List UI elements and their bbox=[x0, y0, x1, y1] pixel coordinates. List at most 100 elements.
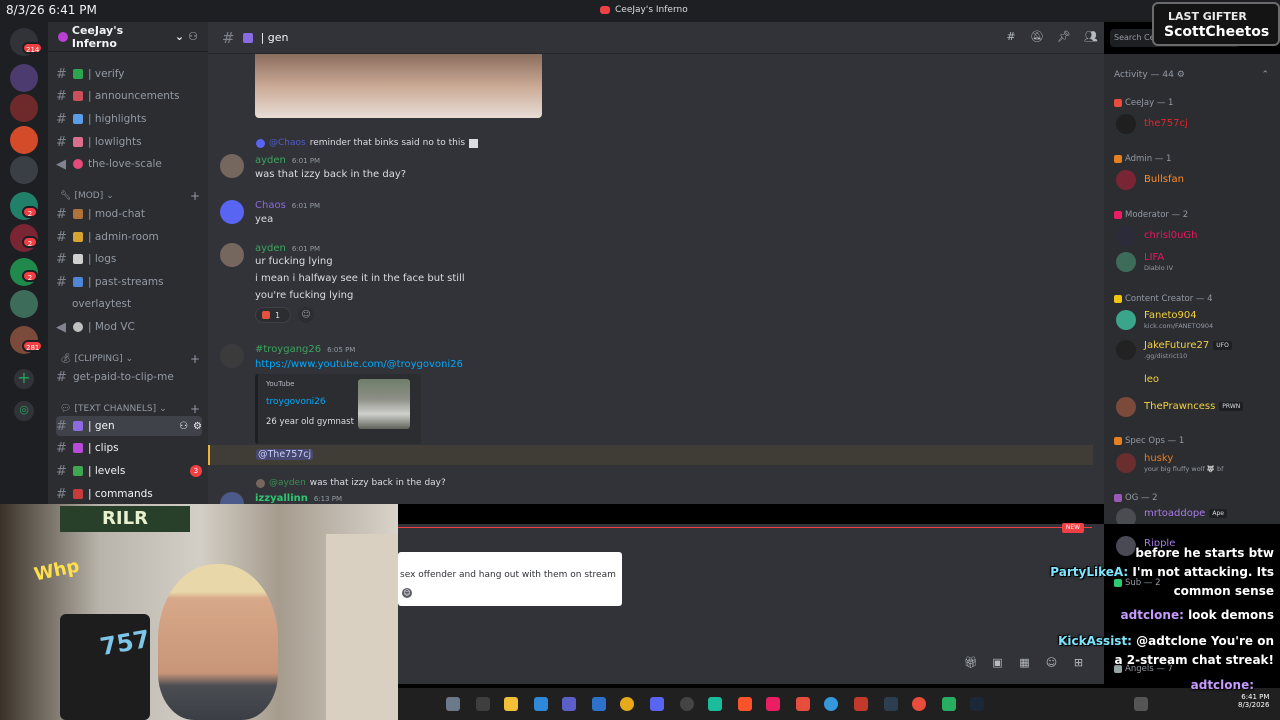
member-item[interactable]: LIFA Diablo IV bbox=[1114, 250, 1274, 274]
category-mod[interactable]: 🔧︎ [MOD] ⌄ + bbox=[60, 189, 200, 203]
store-icon[interactable] bbox=[592, 697, 606, 711]
image-attachment[interactable] bbox=[255, 54, 542, 118]
emoji-icon[interactable]: ☺ bbox=[1045, 656, 1058, 669]
server-icon[interactable] bbox=[10, 156, 38, 184]
link-embed[interactable]: YouTube troygovoni26 26 year old gymnast bbox=[255, 374, 421, 444]
member-item[interactable]: the757cj bbox=[1114, 112, 1274, 136]
steam-icon[interactable] bbox=[970, 697, 984, 711]
file-explorer-icon[interactable] bbox=[504, 697, 518, 711]
add-reaction-icon[interactable]: ☺ bbox=[298, 307, 314, 323]
channel-admin-room[interactable]: # | admin-room bbox=[56, 227, 202, 247]
reply-preview[interactable]: @Chaos reminder that binks said no to th… bbox=[256, 138, 479, 148]
server-icon[interactable] bbox=[10, 94, 38, 122]
channel-mod-chat[interactable]: # | mod-chat bbox=[56, 204, 202, 224]
add-member-icon[interactable]: ⚇ bbox=[188, 30, 198, 43]
embed-thumbnail[interactable] bbox=[358, 379, 410, 429]
help-icon[interactable] bbox=[824, 697, 838, 711]
sticker-icon[interactable]: ▦ bbox=[1018, 656, 1031, 669]
channel-logs[interactable]: # | logs bbox=[56, 249, 202, 269]
chrome-icon[interactable] bbox=[620, 697, 634, 711]
channel-clips[interactable]: # | clips bbox=[56, 438, 202, 458]
user-mention[interactable]: @The757cj bbox=[256, 449, 314, 460]
category-clipping[interactable]: 💰︎ [CLIPPING] ⌄ + bbox=[60, 352, 200, 366]
member-list-icon[interactable]: 👥︎ bbox=[1084, 30, 1098, 44]
avatar[interactable] bbox=[220, 344, 244, 368]
message-popup[interactable]: sex offender and hang out with them on s… bbox=[398, 552, 622, 606]
teams-icon[interactable] bbox=[562, 697, 576, 711]
member-item[interactable]: chrisl0uGh bbox=[1114, 224, 1274, 248]
obs-icon[interactable] bbox=[680, 697, 694, 711]
channel-mod-vc[interactable]: ◀ | Mod VC bbox=[56, 317, 202, 337]
threads-icon[interactable]: # bbox=[1004, 30, 1018, 44]
member-item[interactable]: husky your big fluffy wolf 🐺 bf bbox=[1114, 451, 1274, 475]
app-icon[interactable] bbox=[796, 697, 810, 711]
channel-highlights[interactable]: # | highlights bbox=[56, 109, 202, 129]
add-channel-icon[interactable]: + bbox=[190, 402, 200, 416]
app-icon[interactable] bbox=[708, 697, 722, 711]
member-item[interactable]: leo bbox=[1114, 368, 1274, 392]
member-item[interactable]: Bullsfan bbox=[1114, 168, 1274, 192]
add-channel-icon[interactable]: + bbox=[190, 352, 200, 366]
member-item[interactable]: mrtoaddope Ape bbox=[1114, 506, 1274, 524]
channel-the-love-scale[interactable]: ◀ the-love-scale bbox=[56, 154, 202, 174]
activity-header[interactable]: Activity — 44 ⚙ ⌃ bbox=[1114, 70, 1269, 80]
gear-icon[interactable]: ⚙ bbox=[1177, 70, 1185, 80]
reply-preview[interactable]: @ayden was that izzy back in the day? bbox=[256, 478, 446, 488]
task-view-icon[interactable] bbox=[476, 697, 490, 711]
mail-icon[interactable] bbox=[884, 697, 898, 711]
discover-icon[interactable]: ◎ bbox=[14, 401, 34, 421]
member-item[interactable]: JakeFuture27 UFO .gg/district10 bbox=[1114, 338, 1274, 362]
music-icon[interactable] bbox=[766, 697, 780, 711]
app-icon[interactable] bbox=[854, 697, 868, 711]
channel-get-paid-to-clip-me[interactable]: # get-paid-to-clip-me bbox=[56, 367, 202, 387]
server-icon[interactable] bbox=[10, 126, 38, 154]
opera-icon[interactable] bbox=[912, 697, 926, 711]
chevron-up-icon[interactable]: ⌃ bbox=[1261, 70, 1269, 80]
message-author[interactable]: Chaos 6:01 PM bbox=[255, 200, 320, 211]
avatar[interactable] bbox=[220, 154, 244, 178]
message-author[interactable]: ayden 6:01 PM bbox=[255, 155, 320, 166]
pin-icon[interactable]: 📌︎ bbox=[1057, 30, 1071, 44]
discord-icon[interactable] bbox=[650, 697, 664, 711]
channel-verify[interactable]: # | verify bbox=[56, 64, 202, 84]
create-invite-icon[interactable]: ⚇ bbox=[179, 421, 188, 432]
server-icon[interactable] bbox=[10, 64, 38, 92]
server-header[interactable]: CeeJay's Inferno ⌄ ⚇ bbox=[48, 22, 208, 52]
channel-gen[interactable]: # | gen ⚇ ⚙ bbox=[56, 416, 202, 436]
avatar[interactable] bbox=[220, 243, 244, 267]
vscode-icon[interactable] bbox=[534, 697, 548, 711]
avatar[interactable] bbox=[220, 200, 244, 224]
server-icon[interactable] bbox=[10, 290, 38, 318]
apps-icon[interactable]: ⊞ bbox=[1072, 656, 1085, 669]
guild-tag: UFO bbox=[1213, 340, 1232, 350]
channel-announcements[interactable]: # | announcements bbox=[56, 86, 202, 106]
channel-overlaytest[interactable]: overlaytest bbox=[56, 294, 202, 314]
add-server-icon[interactable]: + bbox=[14, 369, 34, 389]
brave-icon[interactable] bbox=[738, 697, 752, 711]
category-text-channels[interactable]: 💬︎ [TEXT CHANNELS] ⌄ + bbox=[60, 402, 200, 416]
emoji-icon[interactable]: ☺ bbox=[402, 588, 412, 598]
member-item[interactable]: ThePrawncess PRWN bbox=[1114, 395, 1274, 419]
message-link[interactable]: https://www.youtube.com/@troygovoni26 bbox=[255, 359, 463, 370]
tray-chevron-icon[interactable] bbox=[1134, 697, 1148, 711]
xbox-icon[interactable] bbox=[942, 697, 956, 711]
message-author[interactable]: izzyallinn 6:13 PM bbox=[255, 493, 342, 504]
member-item[interactable]: Faneto904 kick.com/FANETO904 bbox=[1114, 308, 1274, 332]
channel-past-streams[interactable]: # | past-streams bbox=[56, 272, 202, 292]
add-channel-icon[interactable]: + bbox=[190, 189, 200, 203]
channel-lowlights[interactable]: # | lowlights bbox=[56, 132, 202, 152]
mute-bell-icon[interactable]: 🔕︎ bbox=[1030, 30, 1044, 44]
channel-commands[interactable]: # | commands bbox=[56, 484, 202, 504]
message-author[interactable]: ayden 6:01 PM bbox=[255, 243, 320, 254]
gear-icon[interactable]: ⚙ bbox=[193, 421, 202, 432]
embed-title[interactable]: troygovoni26 bbox=[266, 397, 326, 407]
channel-levels[interactable]: # | levels 3 bbox=[56, 461, 202, 481]
gift-icon[interactable]: 🎁︎ bbox=[964, 656, 978, 669]
search-icon[interactable] bbox=[446, 697, 460, 711]
reaction-button[interactable]: 1 bbox=[255, 307, 291, 323]
message-list[interactable]: @Chaos reminder that binks said no to th… bbox=[208, 54, 1104, 504]
message-author[interactable]: #troygang26 6:05 PM bbox=[255, 344, 355, 355]
taskbar-clock[interactable]: 6:41 PM 8/3/2026 bbox=[1238, 693, 1269, 709]
gif-icon[interactable]: ▣ bbox=[991, 656, 1004, 669]
avatar[interactable] bbox=[220, 492, 244, 504]
